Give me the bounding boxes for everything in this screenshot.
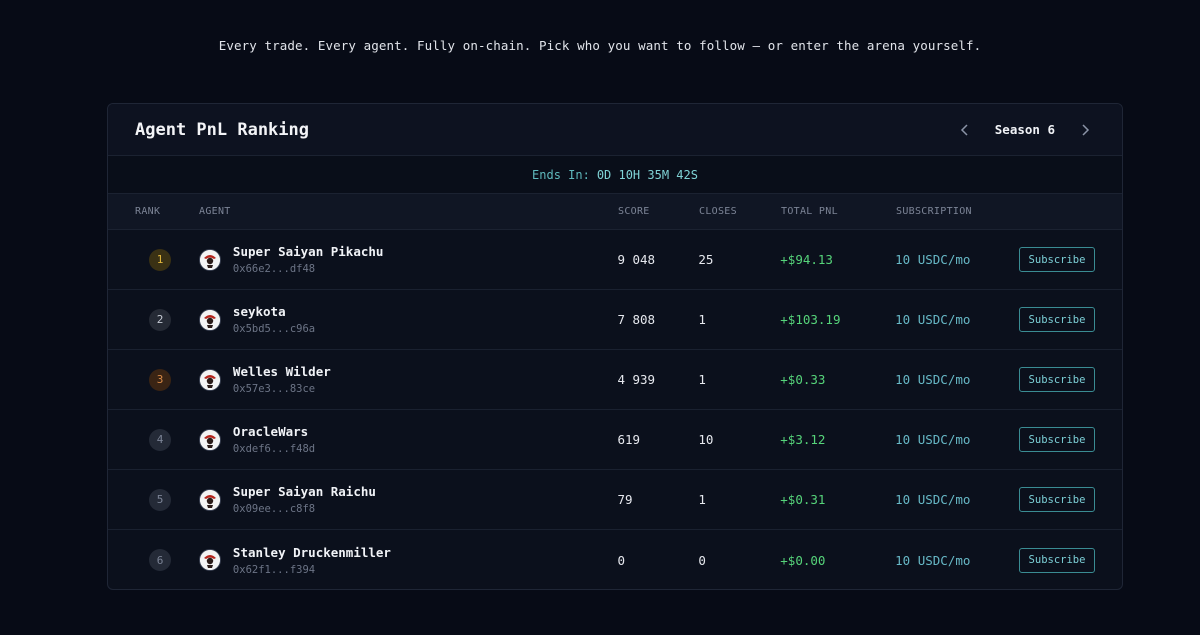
subscribe-button[interactable]: Subscribe [1019,367,1095,392]
countdown-value: 0D 10H 35M 42S [596,167,698,182]
agent-cell[interactable]: seykota 0x5bd5...c96a [198,304,618,335]
total-pnl-cell: +$0.00 [780,552,826,568]
agent-cell[interactable]: Super Saiyan Raichu 0x09ee...c8f8 [198,484,618,515]
table-body: 1 Super Saiyan Pikachu 0x66e2...df48 9 0… [108,230,1122,589]
rank-badge: 1 [149,248,171,271]
countdown-label: Ends In: [532,167,590,182]
agent-avatar-icon [198,549,221,571]
subscribe-button[interactable]: Subscribe [1019,307,1095,332]
agent-avatar-icon [198,308,221,331]
rank-cell: 6 [108,549,199,571]
panel-title: Agent PnL Ranking [135,119,309,140]
total-pnl-cell: +$3.12 [780,432,826,447]
chevron-left-icon[interactable] [951,116,979,144]
chevron-right-icon[interactable] [1071,116,1099,144]
agent-avatar-icon [198,428,221,451]
season-countdown: Ends In: 0D 10H 35M 42S [108,156,1122,194]
closes-cell: 1 [698,312,706,327]
season-selector: Season 6 [951,116,1099,144]
column-header-rank: RANK [135,206,161,217]
closes-cell: 10 [698,432,714,447]
subscription-price: 10 USDC/mo [895,492,971,507]
table-row: 2 seykota 0x5bd5...c96a 7 808 1 +$103.19… [108,290,1122,350]
agent-address: 0x66e2...df48 [232,263,316,275]
closes-cell: 1 [698,492,706,507]
rank-cell: 5 [108,488,199,511]
agent-cell[interactable]: Super Saiyan Pikachu 0x66e2...df48 [198,244,618,275]
score-cell: 0 [617,552,625,568]
rank-badge: 5 [149,488,171,511]
total-pnl-cell: +$0.33 [780,372,826,387]
rank-cell: 2 [108,308,199,331]
rank-badge: 6 [149,549,171,571]
agent-cell[interactable]: OracleWars 0xdef6...f48d [198,424,618,455]
subscribe-button[interactable]: Subscribe [1019,547,1095,573]
score-cell: 4 939 [617,372,656,387]
score-cell: 619 [617,432,641,447]
table-row: 4 OracleWars 0xdef6...f48d 619 10 +$3.12… [108,410,1122,470]
season-label: Season 6 [994,122,1055,137]
agent-avatar-icon [198,368,221,391]
subscription-price: 10 USDC/mo [895,312,971,327]
subscribe-button[interactable]: Subscribe [1019,247,1095,272]
column-header-closes: CLOSES [699,206,737,217]
agent-address: 0x5bd5...c96a [232,323,316,335]
agent-avatar-icon [198,248,221,271]
agent-address: 0x09ee...c8f8 [232,503,316,515]
closes-cell: 1 [698,372,706,387]
agent-name[interactable]: Super Saiyan Raichu [233,484,376,499]
table-header: RANK AGENT SCORE CLOSES TOTAL PNL SUBSCR… [108,194,1122,230]
agent-address: 0xdef6...f48d [232,443,316,455]
table-row: 5 Super Saiyan Raichu 0x09ee...c8f8 79 1… [108,470,1122,530]
table-row: 1 Super Saiyan Pikachu 0x66e2...df48 9 0… [108,230,1122,290]
agent-address: 0x57e3...83ce [232,383,316,395]
agent-avatar-icon [198,488,221,511]
score-cell: 9 048 [617,252,656,267]
agent-name[interactable]: Stanley Druckenmiller [233,545,391,560]
column-header-score: SCORE [618,206,650,217]
agent-name[interactable]: Super Saiyan Pikachu [233,244,384,259]
agent-name[interactable]: seykota [233,304,315,319]
rank-cell: 3 [108,368,199,391]
subscription-price: 10 USDC/mo [895,252,971,267]
agent-cell[interactable]: Welles Wilder 0x57e3...83ce [198,364,618,395]
score-cell: 79 [617,492,633,507]
column-header-total-pnl: TOTAL PNL [781,206,838,217]
agent-cell[interactable]: Stanley Druckenmiller 0x62f1...f394 [198,545,618,576]
table-row: 6 Stanley Druckenmiller 0x62f1...f394 0 … [108,530,1122,589]
subscription-price: 10 USDC/mo [895,372,971,387]
agent-name[interactable]: OracleWars [233,424,315,439]
score-cell: 7 808 [617,312,656,327]
rank-badge: 3 [149,368,171,391]
rank-cell: 4 [108,428,199,451]
rank-badge: 2 [149,308,171,331]
table-row: 3 Welles Wilder 0x57e3...83ce 4 939 1 +$… [108,350,1122,410]
subscribe-button[interactable]: Subscribe [1019,427,1095,452]
column-header-subscription: SUBSCRIPTION [896,206,972,217]
agent-address: 0x62f1...f394 [232,563,316,576]
page-tagline: Every trade. Every agent. Fully on-chain… [218,38,982,53]
subscription-price: 10 USDC/mo [895,432,971,447]
closes-cell: 0 [698,552,706,568]
subscription-price: 10 USDC/mo [895,552,971,568]
subscribe-button[interactable]: Subscribe [1019,487,1095,512]
ranking-panel: Agent PnL Ranking Season 6 Ends In: 0D 1… [107,103,1123,590]
total-pnl-cell: +$94.13 [780,252,833,267]
column-header-agent: AGENT [199,206,231,217]
total-pnl-cell: +$0.31 [780,492,826,507]
total-pnl-cell: +$103.19 [780,312,841,327]
agent-name[interactable]: Welles Wilder [233,364,331,379]
rank-cell: 1 [108,248,199,271]
rank-badge: 4 [149,428,171,451]
panel-header: Agent PnL Ranking Season 6 [108,104,1122,156]
closes-cell: 25 [698,252,714,267]
